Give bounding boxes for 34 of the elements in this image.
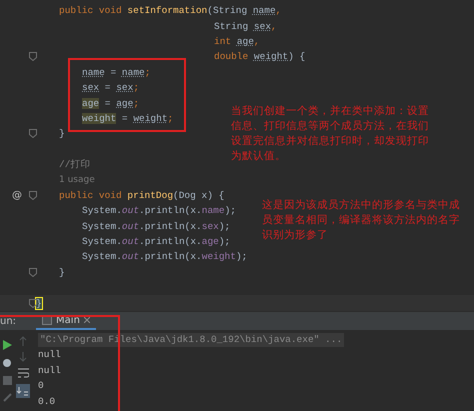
console-output: 0 (38, 379, 45, 393)
annotation-text: 这是因为该成员方法中的形参名与类中成员变量名相同，编译器将该方法内的名字识别为形参了 (262, 198, 461, 243)
code-line: name = name; (82, 66, 150, 79)
console-output: 0.0 (38, 394, 56, 408)
code-line: public void setInformation(String name, (59, 4, 282, 18)
code-line: public void printDog(Dog x) { (59, 188, 224, 202)
console-icon (42, 316, 52, 324)
code-line: weight = weight; (82, 112, 174, 125)
annotation-text: 当我们创建一个类，并在类中添加：设置信息、打印信息等两个成员方法，在我们设置完信息并对信息打印时，却发现打印为默认值。 (231, 104, 430, 164)
console-output: null (38, 348, 62, 362)
code-line: double weight) { (214, 50, 306, 64)
down-arrow-icon[interactable] (19, 352, 27, 362)
stop-icon[interactable] (2, 376, 12, 385)
code-line: System.out.println(x.age); (82, 235, 230, 248)
close-icon[interactable] (84, 317, 90, 323)
console-output: null (38, 364, 62, 378)
code-line: String sex, (214, 20, 277, 33)
code-line: int age, (214, 34, 260, 48)
code-line: System.out.println(x.name); (82, 204, 236, 218)
override-marker: @ (12, 190, 22, 201)
code-line: sex = sex; (82, 81, 140, 94)
wrap-icon[interactable] (18, 368, 28, 378)
code-line: System.out.println(x.weight); (82, 250, 248, 264)
usage-hint: 1 usage (59, 174, 95, 187)
run-label: un: (0, 316, 16, 326)
run-icon[interactable] (2, 340, 12, 350)
code-line: } (59, 266, 65, 279)
code-comment: //打印 (59, 158, 90, 172)
code-line: } (59, 127, 65, 140)
up-arrow-icon[interactable] (19, 336, 27, 346)
scroll-end-icon[interactable] (16, 384, 30, 398)
code-line: age = age; (82, 96, 140, 110)
code-line: System.out.println(x.sex); (82, 220, 230, 233)
fold-icon[interactable] (29, 298, 37, 308)
